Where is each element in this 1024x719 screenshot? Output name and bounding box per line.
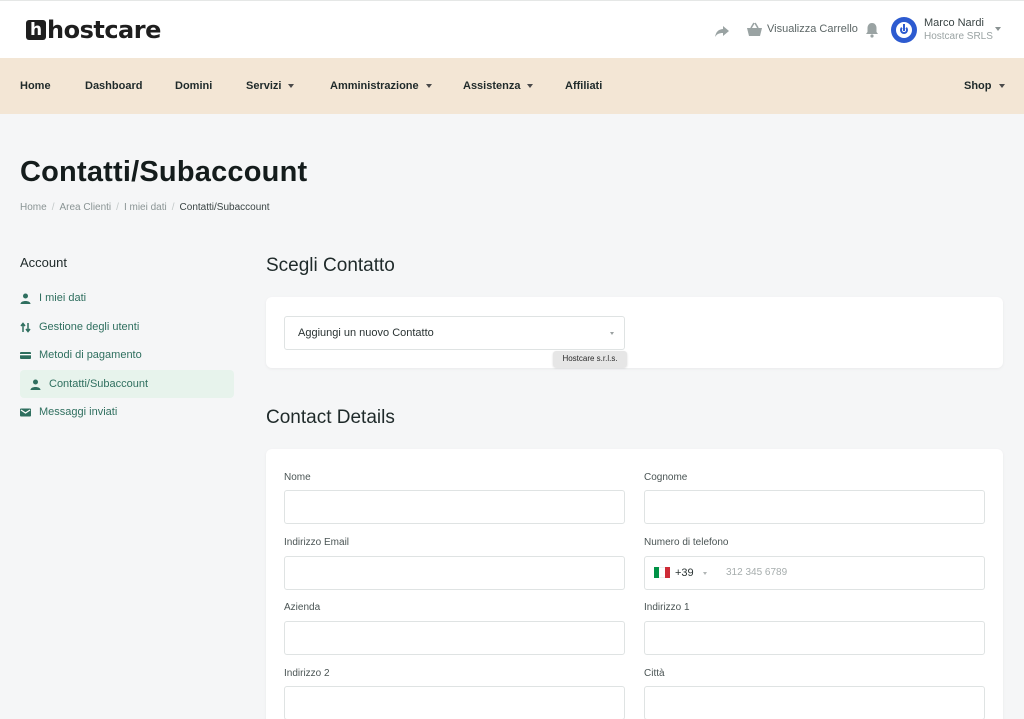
- chevron-down-icon: [527, 84, 534, 88]
- sidebar-title: Account: [20, 255, 67, 270]
- inbox-icon: [20, 408, 31, 416]
- indirizzo1-label: Indirizzo 1: [644, 602, 690, 613]
- phone-country-code[interactable]: +39: [675, 567, 694, 579]
- sidebar-item-messaggi[interactable]: Messaggi inviati: [20, 399, 234, 425]
- breadcrumb-home[interactable]: Home: [20, 202, 47, 213]
- bell-icon[interactable]: [865, 22, 879, 38]
- credit-card-icon: [20, 351, 31, 359]
- breadcrumb-miei-dati[interactable]: I miei dati: [124, 202, 167, 213]
- logo-text: hostcare: [47, 16, 161, 44]
- user-icon: [20, 293, 31, 304]
- azienda-field[interactable]: [284, 621, 625, 655]
- choose-contact-title: Scegli Contatto: [266, 255, 395, 276]
- breadcrumb: Home / Area Clienti / I miei dati / Cont…: [20, 202, 270, 213]
- sidebar-item-metodi-pagamento[interactable]: Metodi di pagamento: [20, 342, 234, 368]
- view-cart-link[interactable]: Visualizza Carrello: [767, 23, 858, 35]
- sidebar-item-miei-dati[interactable]: I miei dati: [20, 285, 234, 311]
- chevron-down-icon[interactable]: [703, 572, 707, 575]
- italy-flag-icon[interactable]: [654, 567, 670, 578]
- azienda-label: Azienda: [284, 602, 321, 613]
- avatar[interactable]: [891, 17, 917, 43]
- sidebar-item-gestione-utenti[interactable]: Gestione degli utenti: [20, 314, 234, 340]
- contact-select[interactable]: Aggiungi un nuovo Contatto: [284, 316, 625, 350]
- hostcare-logo[interactable]: h hostcare: [26, 18, 161, 42]
- chevron-down-icon: [610, 332, 614, 335]
- phone-field[interactable]: [644, 556, 985, 590]
- swap-icon: [20, 321, 31, 333]
- main-nav: Home Dashboard Domini Servizi Amministra…: [0, 58, 1024, 114]
- nome-label: Nome: [284, 472, 311, 483]
- cognome-field[interactable]: [644, 490, 985, 524]
- phone-label: Numero di telefono: [644, 537, 729, 548]
- power-icon: [896, 22, 912, 38]
- phone-placeholder: 312 345 6789: [726, 567, 788, 578]
- email-field[interactable]: [284, 556, 625, 590]
- user-name[interactable]: Marco Nardi: [924, 17, 984, 29]
- citta-label: Città: [644, 668, 665, 679]
- cognome-label: Cognome: [644, 472, 688, 483]
- contact-details-title: Contact Details: [266, 407, 395, 428]
- indirizzo2-label: Indirizzo 2: [284, 668, 330, 679]
- nav-home[interactable]: Home: [20, 80, 51, 92]
- breadcrumb-current: Contatti/Subaccount: [179, 202, 270, 213]
- page-title: Contatti/Subaccount: [20, 156, 308, 188]
- tooltip: Hostcare s.r.l.s.: [553, 351, 627, 367]
- nav-servizi[interactable]: Servizi: [246, 80, 295, 92]
- sidebar-item-contatti[interactable]: Contatti/Subaccount: [20, 370, 234, 398]
- nav-assistenza[interactable]: Assistenza: [463, 80, 534, 92]
- nav-shop[interactable]: Shop: [964, 80, 1005, 92]
- share-icon[interactable]: [714, 23, 730, 39]
- chevron-down-icon: [998, 84, 1005, 88]
- chevron-down-icon: [288, 84, 295, 88]
- basket-icon[interactable]: [746, 22, 763, 38]
- indirizzo2-field[interactable]: [284, 686, 625, 719]
- nav-domini[interactable]: Domini: [175, 80, 212, 92]
- nav-amministrazione[interactable]: Amministrazione: [330, 80, 432, 92]
- top-header: h hostcare Visualizza Carrello Marco Nar…: [0, 0, 1024, 58]
- user-company: Hostcare SRLS: [924, 31, 993, 42]
- breadcrumb-area-clienti[interactable]: Area Clienti: [59, 202, 111, 213]
- user-icon: [30, 379, 41, 390]
- citta-field[interactable]: [644, 686, 985, 719]
- indirizzo1-field[interactable]: [644, 621, 985, 655]
- nome-field[interactable]: [284, 490, 625, 524]
- email-label: Indirizzo Email: [284, 537, 350, 548]
- chevron-down-icon[interactable]: [995, 27, 1001, 31]
- nav-dashboard[interactable]: Dashboard: [85, 80, 142, 92]
- nav-affiliati[interactable]: Affiliati: [565, 80, 602, 92]
- chevron-down-icon: [425, 84, 432, 88]
- logo-mark: h: [26, 20, 46, 40]
